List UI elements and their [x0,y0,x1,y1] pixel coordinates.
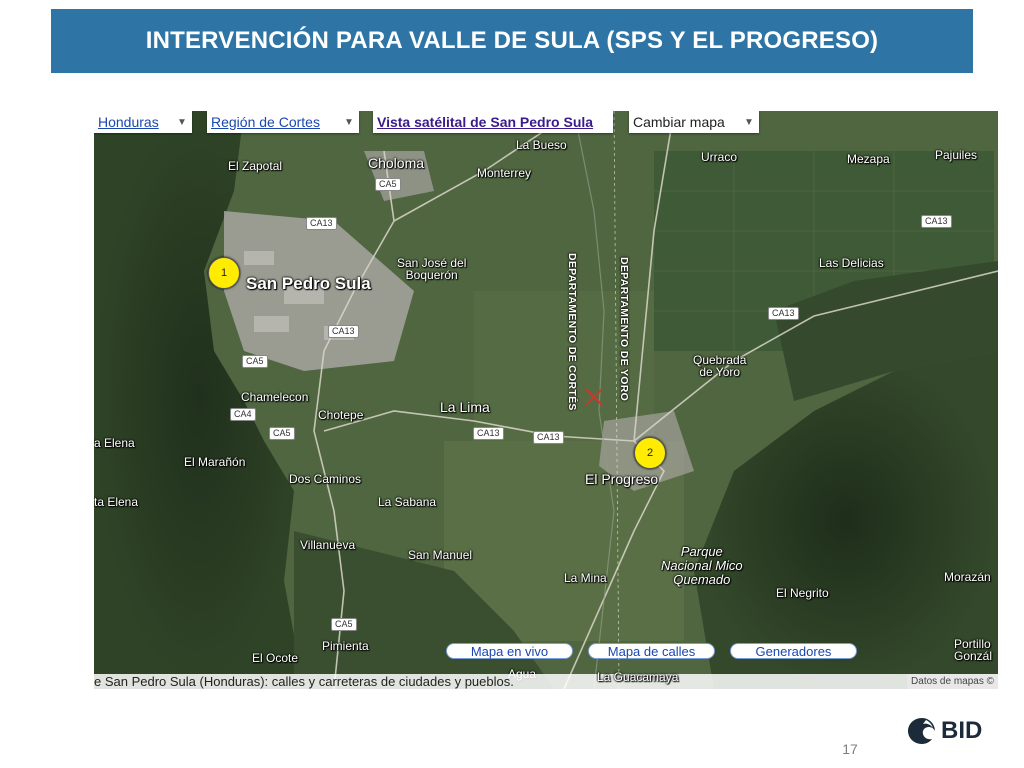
place-label: La Guacamaya [597,670,679,684]
place-label: Villanueva [300,538,356,552]
place-label: Las Delicias [819,256,884,270]
place-label: La Mina [564,571,607,585]
road-shield: CA13 [768,307,799,320]
street-map-button[interactable]: Mapa de calles [588,643,715,659]
region-select-label: Región de Cortes [211,114,320,130]
road-shield: CA13 [306,217,337,230]
chevron-down-icon: ▼ [177,116,187,128]
map-terrain [94,111,998,689]
road-shield: CA5 [375,178,401,191]
generators-button[interactable]: Generadores [730,643,857,659]
place-label: Quebrada de Yoro [693,353,747,379]
road-shield: CA13 [921,215,952,228]
road-shield: CA5 [242,355,268,368]
place-label: Portillo Gonzál [954,637,993,663]
chevron-down-icon: ▼ [344,116,354,128]
chevron-down-icon: ▼ [744,116,754,128]
place-label: La Lima [440,399,490,415]
bid-logo-icon [908,718,935,744]
road-shield: CA13 [473,427,504,440]
road-shield: CA5 [331,618,357,631]
location-marker-1[interactable]: 1 [208,257,240,289]
satellite-map[interactable]: Honduras ▼ Región de Cortes ▼ Vista saté… [94,111,998,689]
place-label: El Zapotal [228,159,283,173]
map-credit[interactable]: Datos de mapas © [907,674,998,689]
place-label: Chotepe [318,408,364,422]
page-number: 17 [842,741,858,757]
region-select[interactable]: Región de Cortes ▼ [207,111,359,133]
generators-label: Generadores [755,643,832,659]
park-label: Parque Nacional Mico Quemado [661,544,743,587]
road-shield: CA13 [328,325,359,338]
place-label: Chamelecon [241,390,309,404]
bid-logo-text: BID [941,717,983,744]
country-select-label: Honduras [98,114,159,130]
place-label: La Bueso [516,138,567,152]
place-label: ta Elena [94,495,139,509]
road-shield: CA5 [269,427,295,440]
satellite-view-link[interactable]: Vista satélital de San Pedro Sula [373,111,613,133]
place-label: San Manuel [408,548,473,562]
header-bar: INTERVENCIÓN PARA VALLE DE SULA (SPS Y E… [51,9,973,73]
place-label: El Ocote [252,651,299,665]
location-marker-2[interactable]: 2 [634,437,666,469]
place-label: San José del Boquerón [397,256,467,282]
marker-number: 2 [646,447,654,459]
road-shield: CA4 [230,408,256,421]
country-select[interactable]: Honduras ▼ [94,111,192,133]
place-label: San Pedro Sula [246,274,371,293]
place-label: Dos Caminos [289,472,362,486]
change-map-label: Cambiar mapa [633,114,725,130]
place-label: Urraco [701,150,738,164]
dept-label-cortes: DEPARTAMENTO DE CORTÉS [566,253,578,411]
street-map-label: Mapa de calles [607,643,696,659]
road-shield: CA13 [533,431,564,444]
place-label: Monterrey [477,166,532,180]
place-label: El Negrito [776,586,829,600]
live-map-label: Mapa en vivo [470,643,549,659]
bid-logo: BID [906,714,982,748]
place-label: El Progreso [585,471,659,487]
map-footer-text: e San Pedro Sula (Honduras): calles y ca… [94,674,514,689]
place-label: a Elena [94,436,135,450]
place-label: La Sabana [378,495,437,509]
place-label: El Marañón [184,455,246,469]
dept-label-yoro: DEPARTAMENTO DE YORO [618,257,630,402]
satellite-view-label: Vista satélital de San Pedro Sula [377,114,594,130]
change-map-select[interactable]: Cambiar mapa ▼ [629,111,759,133]
page-title: INTERVENCIÓN PARA VALLE DE SULA (SPS Y E… [145,27,879,54]
place-label: Choloma [368,155,425,171]
place-label: Pajuiles [935,148,978,162]
place-label: Pimienta [322,639,369,653]
place-label: Morazán [944,570,991,584]
live-map-button[interactable]: Mapa en vivo [446,643,573,659]
place-label: Mezapa [847,152,890,166]
marker-number: 1 [220,267,228,279]
